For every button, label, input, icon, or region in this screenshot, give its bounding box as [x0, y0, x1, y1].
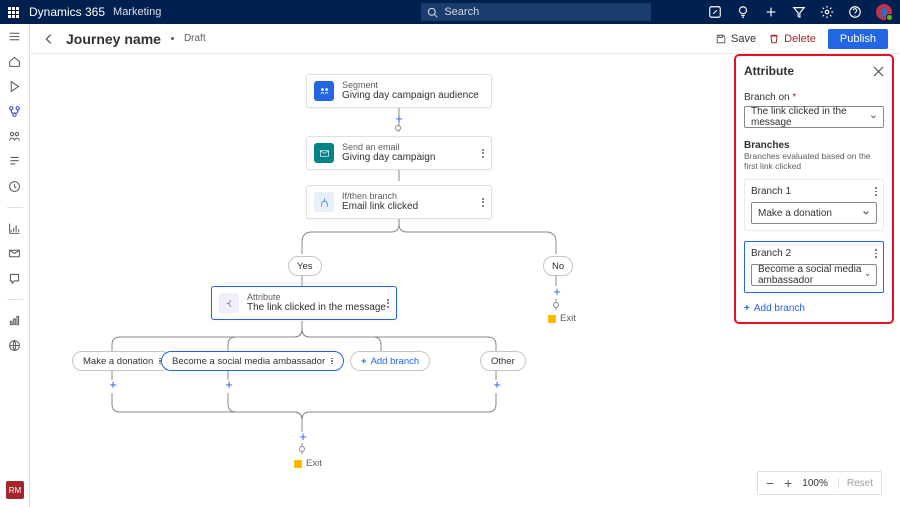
exit-node: Exit [548, 313, 576, 324]
zoom-out-button[interactable]: − [766, 476, 774, 490]
search-icon [427, 7, 438, 18]
settings-icon[interactable] [820, 5, 834, 19]
email-node-icon [314, 143, 334, 163]
pill-more-icon[interactable] [331, 358, 333, 365]
globe-icon[interactable] [8, 339, 21, 352]
branch-icon [314, 192, 334, 212]
node-more-icon[interactable] [482, 198, 484, 207]
message-icon[interactable] [8, 272, 21, 285]
product-name: Marketing [113, 6, 161, 18]
branch-1-box[interactable]: Branch 1 Make a donation [744, 179, 884, 231]
status-badge: Draft [184, 33, 206, 44]
people-icon[interactable] [8, 130, 21, 143]
form-icon[interactable] [8, 155, 21, 168]
add-branch-button[interactable]: +Add branch [744, 303, 884, 314]
add-step-button[interactable]: + [296, 430, 310, 444]
app-launcher-icon[interactable] [8, 7, 19, 18]
add-step-button[interactable]: + [550, 285, 564, 299]
plus-icon[interactable] [764, 5, 778, 19]
branch-label-no: No [543, 256, 573, 276]
publish-button[interactable]: Publish [828, 29, 888, 49]
add-step-button[interactable]: + [222, 378, 236, 392]
zoom-value: 100% [802, 478, 828, 489]
branches-hint: Branches evaluated based on the first li… [744, 151, 884, 171]
zoom-reset-button[interactable]: Reset [838, 478, 873, 489]
chevron-down-icon [870, 113, 877, 121]
branch-2-select[interactable]: Become a social media ambassador [751, 264, 877, 286]
zoom-in-button[interactable]: + [784, 476, 792, 490]
add-step-button[interactable]: + [106, 378, 120, 392]
user-badge[interactable]: RM [6, 481, 24, 499]
left-nav-rail: RM [0, 24, 30, 507]
flow-icon[interactable] [8, 105, 21, 118]
trash-icon [768, 33, 780, 45]
node-more-icon[interactable] [482, 149, 484, 158]
node-attribute[interactable]: AttributeThe link clicked in the message [211, 286, 397, 320]
page-header: Journey name Draft Save Delete Publish [30, 24, 900, 54]
search-placeholder: Search [444, 6, 479, 18]
exit-icon [548, 315, 556, 323]
clock-icon[interactable] [8, 180, 21, 193]
connector-node [299, 446, 305, 452]
help-icon[interactable] [848, 5, 862, 19]
panel-title: Attribute [744, 64, 794, 78]
segment-icon [314, 81, 334, 101]
branches-label: Branches [744, 140, 884, 151]
save-icon [715, 33, 727, 45]
lightbulb-icon[interactable] [736, 5, 750, 19]
filter-icon[interactable] [792, 5, 806, 19]
branch-other[interactable]: Other [480, 351, 526, 371]
branch-more-icon[interactable] [875, 187, 877, 195]
play-icon[interactable] [8, 80, 21, 93]
branch-2-box[interactable]: Branch 2 Become a social media ambassado… [744, 241, 884, 293]
branch-on-label: Branch on * [744, 92, 884, 103]
chevron-down-icon [865, 271, 870, 279]
save-button[interactable]: Save [709, 30, 762, 48]
connector-node [395, 125, 401, 131]
add-step-button[interactable]: + [392, 112, 406, 126]
add-branch-pill[interactable]: +Add branch [350, 351, 430, 371]
status-dot [171, 37, 174, 40]
branch-make-donation[interactable]: Make a donation [72, 351, 172, 371]
exit-node: Exit [294, 458, 322, 469]
topbar-actions: 👤 [708, 4, 892, 20]
close-icon[interactable] [873, 66, 884, 77]
node-segment[interactable]: SegmentGiving day campaign audience [306, 74, 492, 108]
node-send-email[interactable]: Send an emailGiving day campaign [306, 136, 492, 170]
connector-node [553, 302, 559, 308]
delete-button[interactable]: Delete [762, 30, 822, 48]
home-icon[interactable] [8, 55, 21, 68]
chart-icon[interactable] [8, 222, 21, 235]
bar-icon[interactable] [8, 314, 21, 327]
user-avatar[interactable]: 👤 [876, 4, 892, 20]
branch-on-select[interactable]: The link clicked in the message [744, 106, 884, 128]
exit-icon [294, 460, 302, 468]
add-step-button[interactable]: + [490, 378, 504, 392]
global-search[interactable]: Search [421, 3, 651, 21]
node-more-icon[interactable] [387, 299, 389, 308]
menu-icon[interactable] [8, 30, 21, 43]
branch-social-ambassador[interactable]: Become a social media ambassador [161, 351, 344, 371]
attribute-icon [219, 293, 239, 313]
branch-more-icon[interactable] [875, 249, 877, 257]
email-icon[interactable] [8, 247, 21, 260]
edit-icon[interactable] [708, 5, 722, 19]
chevron-down-icon [862, 209, 870, 217]
branch-label-yes: Yes [288, 256, 322, 276]
back-icon[interactable] [42, 32, 56, 46]
branch-1-select[interactable]: Make a donation [751, 202, 877, 224]
attribute-panel: Attribute Branch on * The link clicked i… [734, 54, 894, 324]
zoom-control: − + 100% Reset [757, 471, 882, 495]
brand-name: Dynamics 365 [29, 5, 105, 19]
page-title: Journey name [66, 31, 161, 47]
global-topbar: Dynamics 365 Marketing Search 👤 [0, 0, 900, 24]
node-ifthen[interactable]: If/then branchEmail link clicked [306, 185, 492, 219]
